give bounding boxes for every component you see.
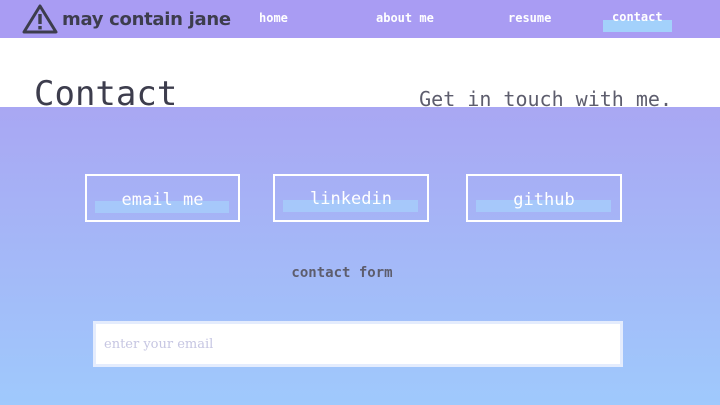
brand-name: may contain jane bbox=[62, 8, 231, 30]
contact-form-link[interactable]: contact form bbox=[291, 265, 392, 281]
nav-link-contact-label: contact bbox=[612, 10, 663, 24]
nav-link-resume[interactable]: resume bbox=[508, 11, 551, 25]
contact-section: email me linkedin github contact form bbox=[0, 107, 720, 405]
nav-link-about[interactable]: about me bbox=[376, 11, 434, 25]
nav-link-contact[interactable]: contact bbox=[603, 10, 672, 32]
linkedin-button[interactable]: linkedin bbox=[273, 174, 429, 222]
github-label: github bbox=[513, 190, 575, 210]
linkedin-label: linkedin bbox=[310, 189, 392, 209]
top-nav-bar: may contain jane home about me resume co… bbox=[0, 0, 720, 38]
contact-form-link-row: contact form bbox=[0, 265, 684, 281]
email-input[interactable] bbox=[93, 321, 623, 367]
github-button[interactable]: github bbox=[466, 174, 622, 222]
brand-logo[interactable]: may contain jane bbox=[22, 4, 231, 34]
email-me-label: email me bbox=[121, 190, 204, 210]
email-me-button[interactable]: email me bbox=[85, 174, 240, 222]
warning-triangle-icon bbox=[22, 4, 58, 34]
nav-link-home[interactable]: home bbox=[259, 11, 288, 25]
